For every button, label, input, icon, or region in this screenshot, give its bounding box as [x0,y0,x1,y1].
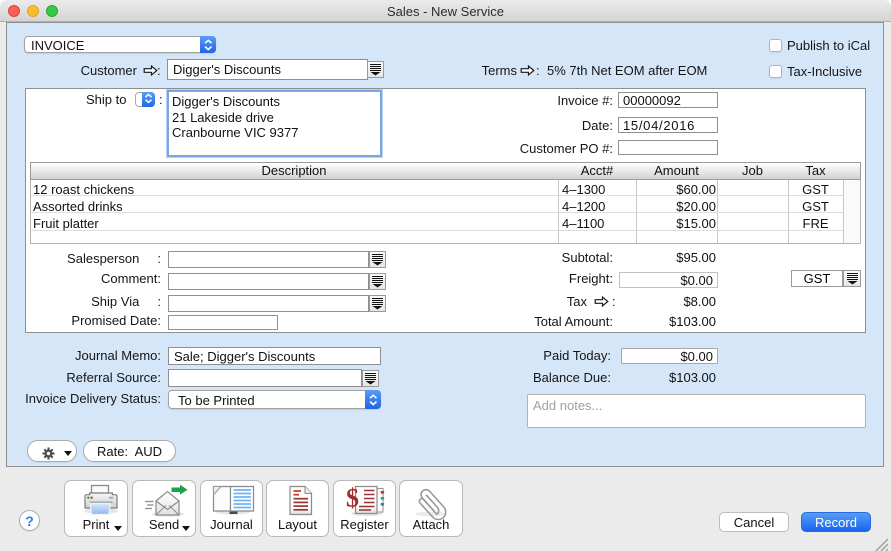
svg-text:$: $ [346,484,359,513]
